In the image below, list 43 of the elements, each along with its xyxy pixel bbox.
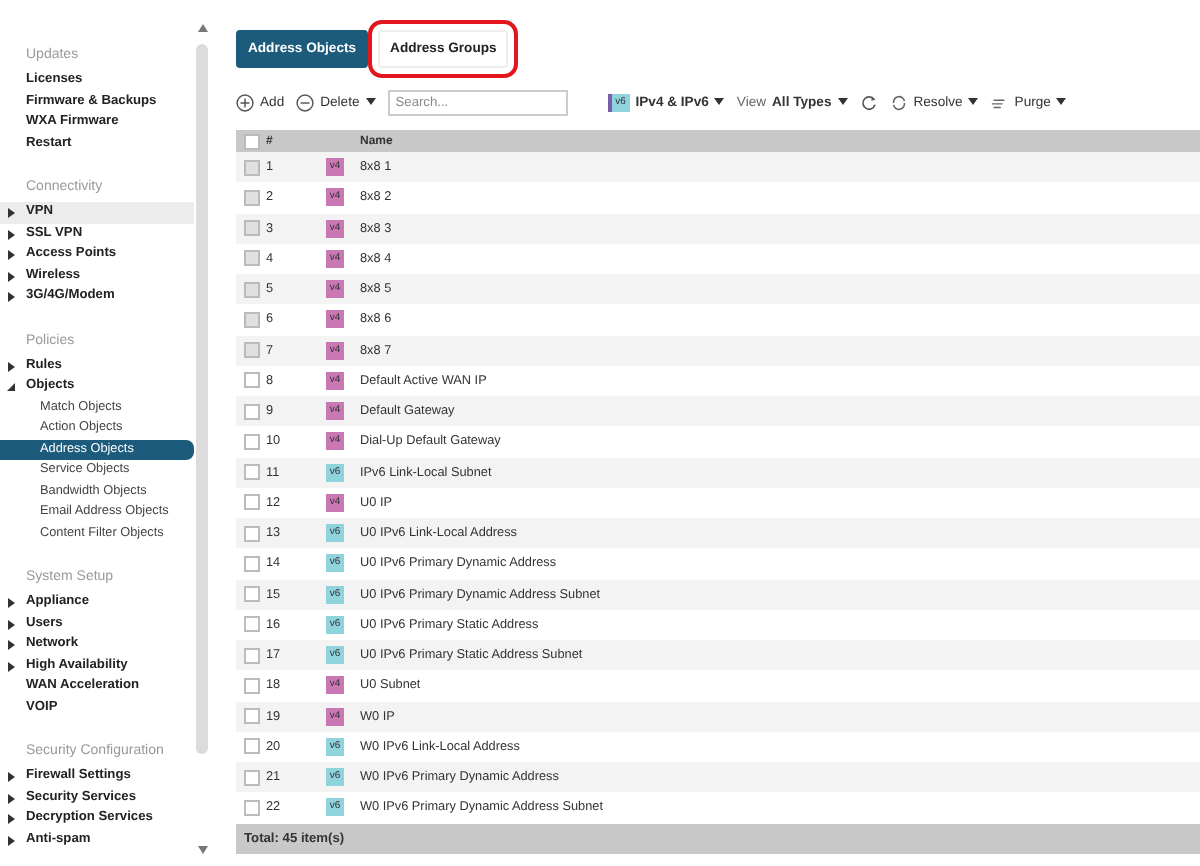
row-checkbox[interactable] — [243, 464, 259, 481]
caret-icon — [837, 98, 848, 106]
expand-arrow-icon[interactable] — [6, 640, 16, 650]
expand-arrow-icon[interactable] — [6, 361, 16, 371]
row-checkbox[interactable] — [243, 372, 259, 389]
expand-arrow-icon[interactable] — [6, 814, 16, 824]
row-checkbox[interactable] — [243, 616, 259, 633]
caret-icon — [968, 98, 979, 106]
add-icon[interactable] — [236, 93, 254, 111]
expand-arrow-icon[interactable] — [6, 229, 16, 239]
row-checkbox[interactable] — [243, 403, 259, 420]
expand-arrow-icon[interactable] — [6, 598, 16, 608]
row-checkbox[interactable] — [243, 647, 259, 664]
expand-arrow-icon[interactable] — [6, 793, 16, 803]
expand-arrow-icon[interactable] — [6, 208, 16, 218]
expand-arrow-icon[interactable] — [6, 271, 16, 281]
expand-arrow-icon[interactable] — [6, 250, 16, 260]
row-checkbox[interactable] — [243, 494, 259, 511]
collapse-arrow-icon[interactable] — [6, 382, 16, 392]
resolve-icon[interactable] — [889, 93, 908, 111]
row-checkbox[interactable] — [243, 769, 259, 786]
row-checkbox[interactable] — [243, 738, 259, 755]
expand-arrow-icon[interactable] — [6, 661, 16, 671]
refresh-icon[interactable] — [859, 93, 878, 111]
row-checkbox[interactable] — [243, 708, 259, 725]
caret-icon — [714, 98, 725, 106]
scroll-up-icon[interactable] — [197, 24, 207, 32]
row-checkbox[interactable] — [243, 677, 259, 694]
row-checkbox[interactable] — [243, 799, 259, 816]
row-checkbox[interactable] — [243, 525, 259, 542]
scrollbar-thumb[interactable] — [196, 44, 208, 754]
select-all-checkbox[interactable] — [243, 133, 259, 149]
row-checkbox[interactable] — [243, 433, 259, 450]
expand-arrow-icon[interactable] — [6, 835, 16, 845]
expand-arrow-icon[interactable] — [6, 292, 16, 302]
expand-arrow-icon[interactable] — [6, 619, 16, 629]
caret-icon — [1056, 98, 1067, 106]
expand-arrow-icon[interactable] — [6, 772, 16, 782]
caret-icon — [365, 98, 376, 106]
row-checkbox[interactable] — [243, 586, 259, 603]
delete-icon[interactable] — [296, 93, 315, 111]
row-checkbox[interactable] — [243, 555, 259, 572]
scroll-down-icon[interactable] — [197, 846, 207, 854]
